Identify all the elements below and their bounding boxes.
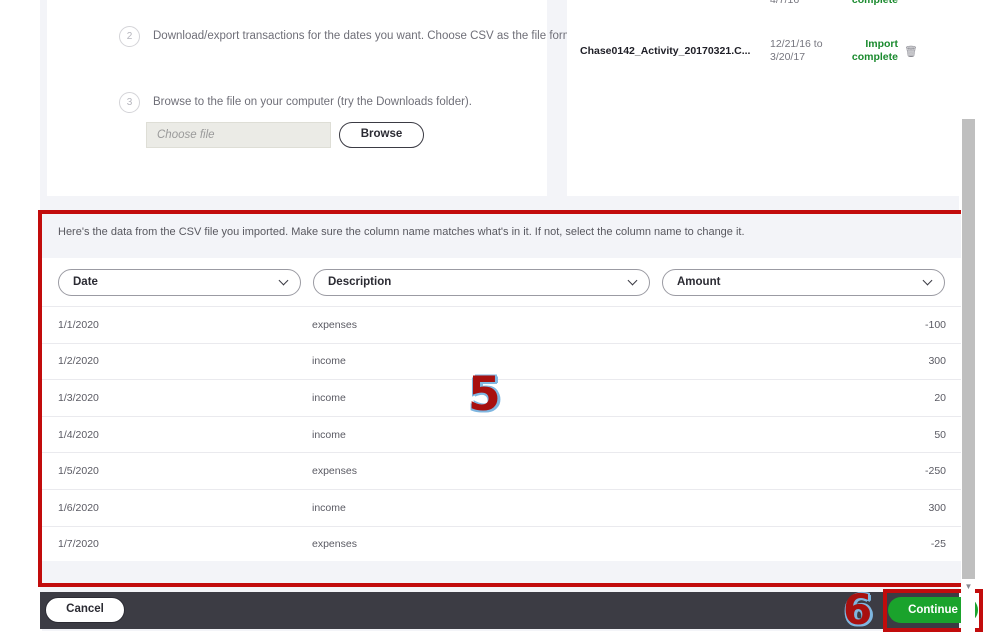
step-2-label: Download/export transactions for the dat…	[153, 30, 586, 42]
choose-file-input[interactable]: Choose file	[146, 122, 331, 148]
trash-icon[interactable]: 🗑	[898, 45, 918, 58]
wizard-footer-bar: Cancel Continue	[40, 589, 983, 632]
cell-description: income	[312, 391, 346, 404]
column-label-date: Date	[73, 276, 98, 288]
chevron-down-icon	[627, 275, 638, 286]
cell-amount: 20	[934, 391, 946, 404]
column-label-description: Description	[328, 276, 392, 288]
table-row: 1/1/2020 expenses -100	[42, 306, 962, 343]
table-row: 1/5/2020 expenses -250	[42, 452, 962, 489]
table-row: 1/6/2020 income 300	[42, 488, 962, 526]
table-row: 1/4/2020 income 50	[42, 415, 962, 453]
chevron-down-icon	[278, 275, 289, 286]
file-name: Chase0142_Activity_20170321.C...	[580, 45, 751, 57]
table-row: 1/3/2020 income 20	[42, 379, 962, 416]
csv-table: Date Description Amount 1/1/2020 expenses…	[42, 258, 962, 631]
file-dates: 12/21/16 to 3/20/17	[770, 38, 823, 63]
cell-date: 1/3/2020	[58, 391, 99, 404]
cell-amount: -100	[924, 318, 946, 331]
imported-file-row[interactable]: Chase0142_Activity_20170321.C... 12/21/1…	[580, 38, 918, 64]
wizard-step-3: 3 Browse to the file on your computer (t…	[119, 92, 472, 113]
cell-amount: -25	[930, 538, 946, 551]
imported-files-card	[567, 0, 959, 196]
column-select-description[interactable]: Description	[313, 268, 650, 296]
cell-date: 1/1/2020	[58, 318, 99, 331]
column-label-amount: Amount	[677, 276, 721, 288]
cell-amount: 50	[934, 428, 946, 441]
table-body: 1/1/2020 expenses -100 1/2/2020 income 300 1/3…	[42, 306, 962, 562]
table-row: 1/2/2020 income 300	[42, 342, 962, 380]
panel-caption: Here's the data from the CSV file you im…	[58, 226, 745, 238]
chevron-down-icon	[922, 275, 933, 286]
browse-button[interactable]: Browse	[339, 122, 424, 148]
cell-date: 1/7/2020	[58, 538, 99, 551]
cell-description: expenses	[312, 318, 357, 331]
column-select-date[interactable]: Date	[58, 268, 301, 296]
file-status: Import complete	[851, 38, 898, 63]
column-select-amount[interactable]: Amount	[662, 268, 945, 296]
cell-description: income	[312, 355, 346, 368]
cell-description: expenses	[312, 538, 357, 551]
step-2-text: Download/export transactions for the dat…	[153, 26, 603, 47]
cell-description: expenses	[312, 465, 357, 478]
cell-date: 1/4/2020	[58, 428, 99, 441]
app-root: 2 Download/export transactions for the d…	[0, 0, 999, 636]
step-2-number: 2	[119, 26, 140, 47]
column-header-row: Date Description Amount	[42, 258, 962, 306]
cell-amount: 300	[928, 501, 946, 514]
wizard-step-2: 2 Download/export transactions for the d…	[119, 26, 603, 47]
csv-preview-panel: Here's the data from the CSV file you im…	[38, 210, 966, 631]
cancel-button[interactable]: Cancel	[45, 597, 125, 623]
cell-date: 1/2/2020	[58, 355, 99, 368]
step-3-number: 3	[119, 92, 140, 113]
file-status: complete	[851, 0, 898, 6]
step-3-label: Browse to the file on your computer (try…	[153, 96, 472, 108]
table-row: 1/7/2020 expenses -25	[42, 525, 962, 563]
file-dates: 4/7/16	[770, 0, 800, 6]
cell-date: 1/6/2020	[58, 501, 99, 514]
cell-description: income	[312, 501, 346, 514]
cell-date: 1/5/2020	[58, 465, 99, 478]
cell-description: income	[312, 428, 346, 441]
import-steps-card: 2 Download/export transactions for the d…	[47, 0, 603, 196]
imported-file-row[interactable]: 4/7/16 complete	[580, 0, 918, 7]
cell-amount: -250	[924, 465, 946, 478]
page-scrollbar-thumb[interactable]	[962, 119, 975, 579]
cell-amount: 300	[928, 355, 946, 368]
scroll-down-icon[interactable]: ▼	[963, 581, 974, 592]
